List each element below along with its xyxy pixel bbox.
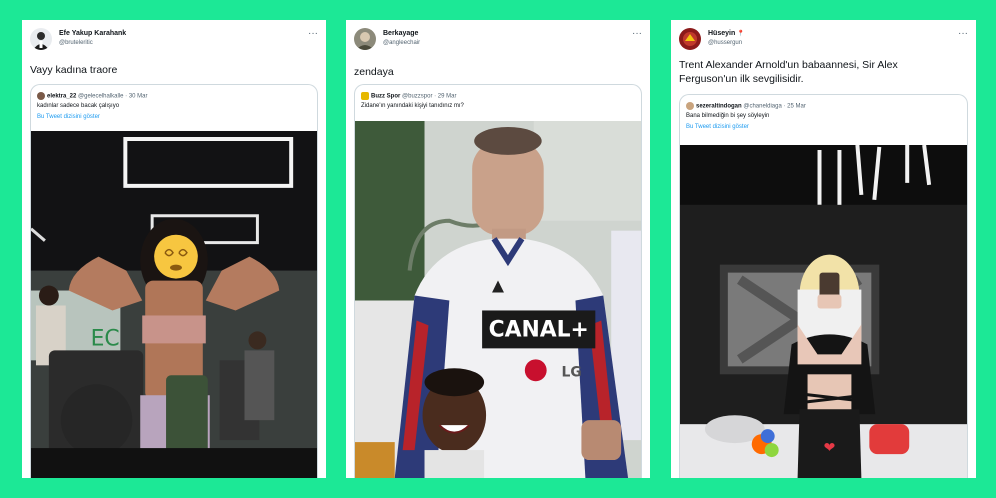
quote-handle: @gelecelhalkalle — [78, 93, 124, 100]
jersey-brand: LG — [562, 364, 582, 380]
avatar[interactable] — [30, 28, 52, 50]
tweet-header: Hüseyin 📍 @hussergun ··· — [679, 28, 968, 54]
quote-date: · 29 Mar — [434, 93, 457, 100]
more-options-icon[interactable]: ··· — [958, 28, 968, 39]
avatar[interactable] — [679, 28, 701, 50]
quote-text: Zidane'ın yanındaki kişiyi tanıdınız mı? — [361, 103, 464, 109]
quote-header: elektra_22 @gelecelhalkalle · 30 Mar — [37, 92, 148, 100]
avatar[interactable] — [354, 28, 376, 50]
user-handle[interactable]: @hussergun — [708, 40, 742, 46]
quote-header: sezeraltindogan @chaneldiaga · 25 Mar — [686, 102, 806, 110]
gym-photo[interactable]: EC — [31, 131, 317, 478]
tweet-card-2[interactable]: Berkayage @angleechair ··· zendaya Buzz … — [346, 20, 650, 478]
football-photo[interactable]: CANAL+ LG — [355, 121, 641, 478]
quote-user-name: Buzz Spor — [371, 93, 401, 100]
more-options-icon[interactable]: ··· — [308, 28, 318, 39]
quote-handle: @chaneldiaga — [743, 103, 782, 110]
mirror-selfie-photo[interactable]: ❤ — [680, 145, 967, 478]
tweet-text-line-1: Trent Alexander Arnold'un babaannesi, Si… — [679, 59, 898, 71]
quote-user-name: elektra_22 — [47, 93, 77, 100]
user-name[interactable]: Hüseyin 📍 — [708, 30, 745, 37]
quote-avatar — [37, 92, 45, 100]
quote-date: · 25 Mar — [783, 103, 806, 110]
quote-date: · 30 Mar — [125, 93, 148, 100]
svg-text:EC: EC — [91, 326, 120, 351]
quote-user-name: sezeraltindogan — [696, 103, 742, 110]
tweet-text-line-2: Ferguson'un ilk sevgilisidir. — [679, 73, 804, 85]
quote-header: Buzz Spor @buzzspor · 29 Mar — [361, 92, 456, 100]
quoted-tweet[interactable]: elektra_22 @gelecelhalkalle · 30 Mar kad… — [30, 84, 318, 478]
user-handle[interactable]: @angleechair — [383, 40, 420, 46]
user-name[interactable]: Efe Yakup Karahank — [59, 30, 126, 37]
tweet-text: zendaya — [354, 66, 394, 78]
tweet-header: Efe Yakup Karahank @bruteleritic ··· — [30, 28, 318, 54]
tweet-card-1[interactable]: Efe Yakup Karahank @bruteleritic ··· Vay… — [22, 20, 326, 478]
svg-text:❤: ❤ — [824, 440, 836, 456]
tweet-text: Vayy kadına traore — [30, 64, 118, 76]
jersey-sponsor: CANAL+ — [489, 317, 589, 342]
more-options-icon[interactable]: ··· — [632, 28, 642, 39]
quote-avatar — [686, 102, 694, 110]
pin-icon: 📍 — [737, 31, 745, 37]
quote-text: kadınlar sadece bacak çalışıyo — [37, 103, 120, 109]
quote-text: Bana bilmediğin bi şey söyleyin — [686, 113, 770, 119]
user-handle[interactable]: @bruteleritic — [59, 40, 93, 46]
show-thread-link[interactable]: Bu Tweet dizisini göster — [686, 124, 749, 130]
quote-handle: @buzzspor — [402, 93, 433, 100]
show-thread-link[interactable]: Bu Tweet dizisini göster — [37, 114, 100, 120]
user-name[interactable]: Berkayage — [383, 30, 418, 37]
quoted-tweet[interactable]: sezeraltindogan @chaneldiaga · 25 Mar Ba… — [679, 94, 968, 478]
quoted-tweet[interactable]: Buzz Spor @buzzspor · 29 Mar Zidane'ın y… — [354, 84, 642, 478]
user-name-text: Hüseyin — [708, 30, 736, 37]
tweet-header: Berkayage @angleechair ··· — [354, 28, 642, 54]
tweet-card-3[interactable]: Hüseyin 📍 @hussergun ··· Trent Alexander… — [671, 20, 976, 478]
quote-avatar — [361, 92, 369, 100]
